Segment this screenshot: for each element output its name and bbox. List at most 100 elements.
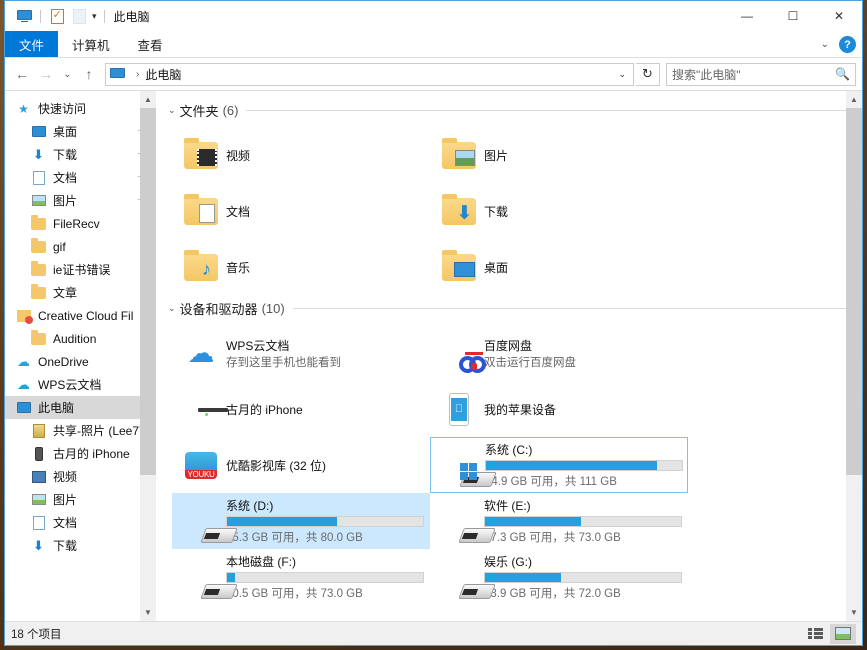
this-pc-icon[interactable] — [13, 5, 35, 27]
folder-item[interactable]: 文档 — [172, 183, 430, 239]
device-item[interactable]: 百度网盘双击运行百度网盘 — [430, 325, 688, 381]
refresh-button[interactable]: ↻ — [636, 63, 660, 86]
address-input[interactable]: › 此电脑 ⌄ — [105, 63, 634, 86]
search-input[interactable]: 搜索"此电脑" 🔍 — [666, 63, 856, 86]
sidebar-item-3[interactable]: 文档📌 — [5, 166, 156, 189]
sidebar-item-17[interactable]: 图片 — [5, 488, 156, 511]
sidebar-item-8[interactable]: 文章 — [5, 281, 156, 304]
sidebar-item-5[interactable]: FileRecv — [5, 212, 156, 235]
sidebar-item-19[interactable]: ⬇下载 — [5, 534, 156, 557]
scroll-up-icon[interactable]: ▲ — [140, 91, 156, 108]
pictures-icon — [30, 193, 47, 209]
item-text: 图片 — [484, 147, 684, 164]
chevron-down-icon[interactable]: ▾ — [90, 11, 99, 22]
group-header-0[interactable]: ⌄文件夹(6) — [156, 99, 862, 121]
scroll-down-icon[interactable]: ▼ — [846, 604, 862, 621]
new-folder-icon[interactable] — [68, 5, 90, 27]
item-text: 优酷影视库 (32 位) — [226, 457, 426, 474]
device-item[interactable]: YOUKU 优酷影视库 (32 位) — [172, 437, 430, 493]
tab-file[interactable]: 文件 — [5, 31, 58, 57]
sidebar-item-1[interactable]: 桌面📌 — [5, 120, 156, 143]
drive-item[interactable]: 软件 (E:)37.3 GB 可用，共 73.0 GB — [430, 493, 688, 549]
recent-locations-button[interactable]: ⌄ — [59, 63, 76, 85]
item-name: 本地磁盘 (F:) — [226, 553, 426, 570]
folder-music-icon: ♪ — [184, 254, 218, 281]
item-icon — [176, 198, 226, 225]
iphone-icon:  — [449, 393, 469, 426]
sidebar-item-9[interactable]: Creative Cloud Fil — [5, 304, 156, 327]
drive-item[interactable]: 系统 (C:)14.9 GB 可用，共 111 GB — [430, 437, 688, 493]
maximize-button[interactable]: ☐ — [770, 1, 816, 31]
sidebar-item-label: Audition — [53, 332, 96, 346]
capacity-bar — [226, 516, 424, 527]
breadcrumb[interactable]: 此电脑 — [145, 66, 181, 83]
scroll-thumb[interactable] — [140, 108, 156, 475]
large-icons-view-button[interactable] — [830, 624, 856, 644]
sidebar-item-10[interactable]: Audition — [5, 327, 156, 350]
properties-icon[interactable] — [46, 5, 68, 27]
sidebar-item-6[interactable]: gif — [5, 235, 156, 258]
item-text: 软件 (E:)37.3 GB 可用，共 73.0 GB — [484, 497, 684, 545]
forward-button[interactable]: → — [35, 63, 57, 85]
folder-icon — [30, 285, 47, 301]
scroll-track[interactable] — [140, 108, 156, 604]
device-item[interactable]: 古月的 iPhone — [172, 381, 430, 437]
sidebar-item-13[interactable]: 此电脑 — [5, 396, 156, 419]
chevron-down-icon[interactable]: ⌄ — [168, 105, 176, 116]
device-item[interactable]:  我的苹果设备 — [430, 381, 688, 437]
sidebar-item-14[interactable]: 共享-照片 (Lee77 — [5, 419, 156, 442]
items-scrollbar[interactable]: ▲ ▼ — [846, 91, 862, 621]
group-title: 设备和驱动器 — [180, 299, 258, 318]
help-icon[interactable]: ? — [839, 36, 856, 53]
drive-item[interactable]: 系统 (D:)35.3 GB 可用，共 80.0 GB — [172, 493, 430, 549]
folder-item[interactable]: 图片 — [430, 127, 688, 183]
sidebar-item-label: FileRecv — [53, 217, 100, 231]
sidebar-item-label: 文章 — [53, 284, 77, 301]
capacity-bar — [485, 460, 683, 471]
scroll-down-icon[interactable]: ▼ — [140, 604, 156, 621]
group-count: (6) — [223, 103, 239, 118]
sidebar-item-2[interactable]: ⬇下载📌 — [5, 143, 156, 166]
sidebar-item-11[interactable]: ☁OneDrive — [5, 350, 156, 373]
folder-item[interactable]: 视频 — [172, 127, 430, 183]
sidebar-item-4[interactable]: 图片📌 — [5, 189, 156, 212]
chevron-down-icon[interactable]: ⌄ — [821, 39, 829, 50]
youku-icon: YOUKU — [185, 452, 217, 479]
creative-cloud-icon — [15, 308, 32, 324]
tab-computer[interactable]: 计算机 — [58, 31, 124, 57]
group-header-1[interactable]: ⌄ 设备和驱动器 (10) — [156, 297, 862, 319]
sidebar-scrollbar[interactable]: ▲ ▼ — [140, 91, 156, 621]
sidebar-item-label: 古月的 iPhone — [53, 445, 130, 462]
sidebar-item-label: ie证书错误 — [53, 261, 110, 278]
item-name: 桌面 — [484, 259, 684, 276]
drive-item[interactable]: 娱乐 (G:)43.9 GB 可用，共 72.0 GB — [430, 549, 688, 605]
close-button[interactable]: ✕ — [816, 1, 862, 31]
minimize-button[interactable]: — — [724, 1, 770, 31]
items-view: ⌄文件夹(6) 视频 图片文档⬇下载♪音乐 桌面 ⌄ 设备和驱动器 (10) ☁WPS云文档存… — [156, 91, 862, 621]
folder-item[interactable]: ⬇下载 — [430, 183, 688, 239]
search-icon[interactable]: 🔍 — [835, 67, 850, 81]
device-item[interactable]: ☁WPS云文档存到这里手机也能看到 — [172, 325, 430, 381]
chevron-down-icon[interactable]: ⌄ — [168, 303, 176, 314]
documents-icon — [30, 170, 47, 186]
scroll-track[interactable] — [846, 108, 862, 604]
chevron-down-icon[interactable]: ⌄ — [618, 69, 629, 80]
sidebar-item-18[interactable]: 文档 — [5, 511, 156, 534]
sidebar-item-15[interactable]: 古月的 iPhone — [5, 442, 156, 465]
details-view-button[interactable] — [802, 624, 828, 644]
drive-item[interactable]: 本地磁盘 (F:)70.5 GB 可用，共 73.0 GB — [172, 549, 430, 605]
group-count: (10) — [262, 301, 285, 316]
folder-item[interactable]: 桌面 — [430, 239, 688, 295]
item-text: 我的苹果设备 — [484, 401, 684, 418]
scroll-thumb[interactable] — [846, 108, 862, 475]
sidebar-item-16[interactable]: 视频 — [5, 465, 156, 488]
scroll-up-icon[interactable]: ▲ — [846, 91, 862, 108]
tab-view[interactable]: 查看 — [124, 31, 177, 57]
sidebar-item-7[interactable]: ie证书错误 — [5, 258, 156, 281]
back-button[interactable]: ← — [11, 63, 33, 85]
sidebar-item-12[interactable]: ☁WPS云文档 — [5, 373, 156, 396]
item-sub: 双击运行百度网盘 — [484, 354, 684, 370]
up-button[interactable]: ↑ — [78, 63, 100, 85]
sidebar-item-0[interactable]: ★快速访问 — [5, 97, 156, 120]
folder-item[interactable]: ♪音乐 — [172, 239, 430, 295]
